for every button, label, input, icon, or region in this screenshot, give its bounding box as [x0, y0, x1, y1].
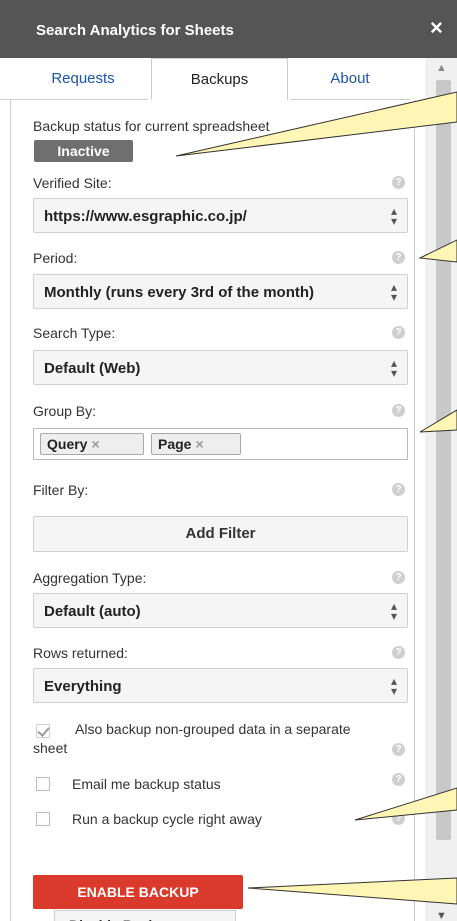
non-grouped-label: Also backup non-grouped data in a separa…	[33, 721, 351, 756]
backup-status-label: Backup status for current spreadsheet	[33, 118, 270, 134]
disable-backup-button[interactable]: Disable Backup	[54, 910, 236, 921]
close-icon[interactable]: ×	[195, 436, 203, 452]
rows-returned-select[interactable]: Everything ▴ ▾	[33, 668, 408, 703]
tag-label: Query	[47, 436, 88, 452]
tab-requests[interactable]: Requests	[18, 58, 148, 100]
scroll-down-icon[interactable]: ▼	[436, 910, 447, 921]
scrollbar-thumb[interactable]	[436, 80, 451, 840]
sidebar-titlebar: Search Analytics for Sheets ×	[0, 0, 457, 58]
period-select[interactable]: Monthly (runs every 3rd of the month) ▴ ▾	[33, 274, 408, 309]
help-circle-icon[interactable]: ?	[392, 646, 405, 659]
search-type-value: Default (Web)	[44, 360, 141, 377]
tag-label: Page	[158, 436, 192, 452]
verified-site-value: https://www.esgraphic.co.jp/	[44, 208, 247, 225]
group-by-tag-page[interactable]: Page ×	[151, 433, 241, 455]
help-circle-icon[interactable]: ?	[392, 773, 405, 786]
group-by-label: Group By:	[33, 403, 97, 419]
verified-site-select[interactable]: https://www.esgraphic.co.jp/ ▴ ▾	[33, 198, 408, 233]
updown-arrows-icon: ▴ ▾	[390, 674, 397, 698]
filter-by-label: Filter By:	[33, 482, 89, 498]
close-icon[interactable]: ×	[430, 16, 443, 40]
sidebar-title: Search Analytics for Sheets	[36, 22, 234, 39]
help-circle-icon[interactable]: ?	[392, 326, 405, 339]
run-now-checkbox[interactable]	[36, 812, 50, 826]
scrollbar[interactable]: ▲ ▼	[425, 58, 457, 921]
period-value: Monthly (runs every 3rd of the month)	[44, 284, 315, 301]
help-circle-icon[interactable]: ?	[392, 571, 405, 584]
help-circle-icon[interactable]: ?	[392, 176, 405, 189]
status-badge: Inactive	[34, 140, 133, 162]
tab-backups[interactable]: Backups	[151, 58, 288, 100]
enable-backup-button[interactable]: ENABLE BACKUP	[33, 875, 243, 909]
tab-about[interactable]: About	[290, 58, 410, 100]
aggregation-label: Aggregation Type:	[33, 570, 147, 586]
help-circle-icon[interactable]: ?	[392, 483, 405, 496]
group-by-tag-query[interactable]: Query ×	[40, 433, 144, 455]
updown-arrows-icon: ▴ ▾	[390, 356, 397, 380]
add-filter-button[interactable]: Add Filter	[33, 516, 408, 552]
tab-spacer	[0, 58, 18, 100]
help-circle-icon[interactable]: ?	[392, 812, 405, 825]
run-now-label: Run a backup cycle right away	[72, 811, 262, 827]
rows-returned-label: Rows returned:	[33, 645, 128, 661]
group-by-input[interactable]: Query × Page ×	[33, 428, 408, 460]
scroll-up-icon[interactable]: ▲	[436, 62, 447, 74]
help-circle-icon[interactable]: ?	[392, 404, 405, 417]
period-label: Period:	[33, 250, 78, 266]
aggregation-select[interactable]: Default (auto) ▴ ▾	[33, 593, 408, 628]
updown-arrows-icon: ▴ ▾	[390, 599, 397, 623]
close-icon[interactable]: ×	[91, 436, 99, 452]
help-circle-icon[interactable]: ?	[392, 251, 405, 264]
help-circle-icon[interactable]: ?	[392, 743, 405, 756]
updown-arrows-icon: ▴ ▾	[390, 280, 397, 304]
search-type-label: Search Type:	[33, 325, 116, 341]
email-status-label: Email me backup status	[72, 776, 221, 792]
email-status-checkbox[interactable]	[36, 777, 50, 791]
updown-arrows-icon: ▴ ▾	[390, 204, 397, 228]
verified-site-label: Verified Site:	[33, 175, 112, 191]
aggregation-value: Default (auto)	[44, 603, 141, 620]
rows-returned-value: Everything	[44, 678, 122, 695]
search-type-select[interactable]: Default (Web) ▴ ▾	[33, 350, 408, 385]
